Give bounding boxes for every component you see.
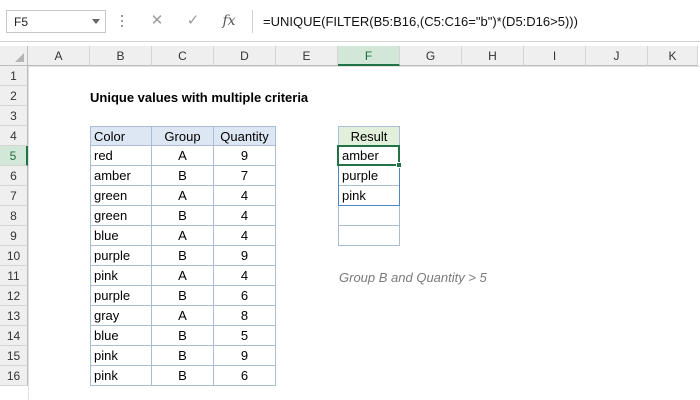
row-header-11[interactable]: 11	[0, 266, 28, 286]
table-cell[interactable]: 7	[214, 166, 276, 186]
row-header-9[interactable]: 9	[0, 226, 28, 246]
table-cell[interactable]: red	[90, 146, 152, 166]
table-cell[interactable]: purple	[90, 246, 152, 266]
name-box-value: F5	[14, 15, 29, 29]
table-cell[interactable]: 4	[214, 226, 276, 246]
result-cell[interactable]	[338, 206, 400, 226]
name-box[interactable]: F5	[6, 10, 106, 33]
row-header-16[interactable]: 16	[0, 366, 28, 386]
table-cell[interactable]: purple	[90, 286, 152, 306]
active-cell-border[interactable]	[337, 145, 402, 168]
formula-bar: F5 ✕ ✓ fx =UNIQUE(FILTER(B5:B16,(C5:C16=…	[0, 0, 700, 42]
column-header-c[interactable]: C	[152, 46, 214, 66]
formula-input[interactable]: =UNIQUE(FILTER(B5:B16,(C5:C16="b")*(D5:D…	[252, 10, 700, 33]
column-header-h[interactable]: H	[462, 46, 524, 66]
column-header-f[interactable]: F	[338, 46, 400, 66]
table-header-color[interactable]: Color	[90, 126, 152, 146]
criteria-note: Group B and Quantity > 5	[339, 270, 487, 285]
table-cell[interactable]: 6	[214, 286, 276, 306]
table-cell[interactable]: pink	[90, 266, 152, 286]
table-cell[interactable]: 4	[214, 206, 276, 226]
column-header-b[interactable]: B	[90, 46, 152, 66]
table-cell[interactable]: A	[152, 226, 214, 246]
table-cell[interactable]: pink	[90, 346, 152, 366]
insert-function-icon[interactable]: fx	[216, 10, 242, 33]
table-cell[interactable]: green	[90, 186, 152, 206]
table-header-group[interactable]: Group	[152, 126, 214, 146]
table-header-quantity[interactable]: Quantity	[214, 126, 276, 146]
formula-buttons: ✕ ✓ fx	[138, 10, 250, 33]
table-cell[interactable]: B	[152, 246, 214, 266]
table-cell[interactable]: B	[152, 286, 214, 306]
table-cell[interactable]: A	[152, 146, 214, 166]
table-cell[interactable]: gray	[90, 306, 152, 326]
column-header-a[interactable]: A	[28, 46, 90, 66]
column-header-e[interactable]: E	[276, 46, 338, 66]
column-header-i[interactable]: I	[524, 46, 586, 66]
result-header[interactable]: Result	[338, 126, 400, 146]
table-cell[interactable]: A	[152, 186, 214, 206]
row-header-1[interactable]: 1	[0, 66, 28, 86]
select-all-button[interactable]	[0, 46, 28, 66]
table-cell[interactable]: B	[152, 206, 214, 226]
row-header-12[interactable]: 12	[0, 286, 28, 306]
table-cell[interactable]: green	[90, 206, 152, 226]
column-header-j[interactable]: J	[586, 46, 648, 66]
cancel-icon[interactable]: ✕	[144, 10, 170, 33]
sheet-title: Unique values with multiple criteria	[90, 90, 309, 105]
table-cell[interactable]: blue	[90, 226, 152, 246]
column-header-g[interactable]: G	[400, 46, 462, 66]
result-cell[interactable]	[338, 226, 400, 246]
table-cell[interactable]: 4	[214, 186, 276, 206]
table-cell[interactable]: B	[152, 326, 214, 346]
table-cell[interactable]: 9	[214, 246, 276, 266]
table-cell[interactable]: A	[152, 266, 214, 286]
table-cell[interactable]: blue	[90, 326, 152, 346]
table-cell[interactable]: B	[152, 346, 214, 366]
table-cell[interactable]: B	[152, 366, 214, 386]
row-header-4[interactable]: 4	[0, 126, 28, 146]
row-header-14[interactable]: 14	[0, 326, 28, 346]
row-header-6[interactable]: 6	[0, 166, 28, 186]
enter-icon[interactable]: ✓	[180, 10, 206, 33]
column-header-d[interactable]: D	[214, 46, 276, 66]
table-cell[interactable]: 9	[214, 146, 276, 166]
column-header-k[interactable]: K	[648, 46, 698, 66]
table-cell[interactable]: A	[152, 306, 214, 326]
table-cell[interactable]: pink	[90, 366, 152, 386]
row-header-13[interactable]: 13	[0, 306, 28, 326]
row-header-8[interactable]: 8	[0, 206, 28, 226]
table-cell[interactable]: 8	[214, 306, 276, 326]
row-header-7[interactable]: 7	[0, 186, 28, 206]
name-box-dropdown-icon[interactable]	[92, 19, 100, 24]
fill-handle[interactable]	[396, 162, 402, 168]
row-header-5[interactable]: 5	[0, 146, 28, 166]
row-header-10[interactable]: 10	[0, 246, 28, 266]
table-cell[interactable]: 6	[214, 366, 276, 386]
row-header-15[interactable]: 15	[0, 346, 28, 366]
row-header-3[interactable]: 3	[0, 106, 28, 126]
table-cell[interactable]: amber	[90, 166, 152, 186]
table-cell[interactable]: B	[152, 166, 214, 186]
table-cell[interactable]: 4	[214, 266, 276, 286]
table-cell[interactable]: 9	[214, 346, 276, 366]
grip-icon[interactable]	[121, 15, 124, 29]
table-cell[interactable]: 5	[214, 326, 276, 346]
row-header-2[interactable]: 2	[0, 86, 28, 106]
